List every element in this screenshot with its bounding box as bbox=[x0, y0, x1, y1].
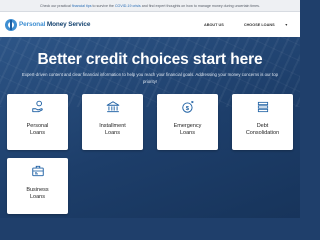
card-debt-consolidation[interactable]: Debt Consolidation bbox=[232, 94, 293, 150]
card-business-loans[interactable]: Business Loans bbox=[7, 158, 68, 214]
nav-about-us[interactable]: ABOUT US bbox=[204, 23, 224, 27]
card-installment-loans[interactable]: Installment Loans bbox=[82, 94, 143, 150]
nav-choose-loans[interactable]: CHOOSE LOANS ▼ bbox=[234, 23, 288, 27]
financial-tips-link[interactable]: financial tips bbox=[72, 4, 92, 8]
card-label-line2: Loans bbox=[105, 130, 120, 136]
card-label: Emergency Loans bbox=[159, 123, 216, 137]
announcement-text-start: Check our practical bbox=[40, 4, 72, 8]
nav-choose-loans-label: CHOOSE LOANS bbox=[243, 22, 275, 27]
announcement-text-end: and find expert thoughts on how to manag… bbox=[140, 4, 260, 8]
site-logo[interactable]: Personal Money Service bbox=[5, 18, 90, 31]
hero-subtitle: Expert-driven content and clear financia… bbox=[21, 72, 279, 84]
chevron-down-icon: ▼ bbox=[284, 22, 288, 27]
card-emergency-loans[interactable]: $ Emergency Loans bbox=[157, 94, 218, 150]
card-label: Installment Loans bbox=[84, 123, 141, 137]
logo-text-light: Personal bbox=[19, 21, 46, 28]
bank-building-icon bbox=[106, 101, 119, 113]
card-label-line1: Personal bbox=[26, 123, 49, 129]
nav-links: ABOUT US CHOOSE LOANS ▼ bbox=[194, 12, 288, 37]
card-label-line1: Business bbox=[26, 187, 49, 193]
hero-title: Better credit choices start here bbox=[37, 51, 263, 68]
card-label: Personal Loans bbox=[9, 123, 66, 137]
card-label-line2: Loans bbox=[30, 130, 45, 136]
card-label-line2: Loans bbox=[30, 194, 45, 200]
card-label: Business Loans bbox=[9, 187, 66, 201]
hand-coin-icon bbox=[31, 100, 43, 113]
main-navbar: Personal Money Service ABOUT US CHOOSE L… bbox=[0, 12, 300, 37]
card-label-line1: Debt bbox=[256, 123, 269, 129]
logo-mark-icon bbox=[5, 18, 17, 31]
briefcase-icon bbox=[31, 165, 44, 177]
svg-text:$: $ bbox=[185, 106, 189, 112]
card-label: Debt Consolidation bbox=[234, 123, 291, 137]
hero-section: Better credit choices start here Expert-… bbox=[0, 37, 300, 218]
card-label-line2: Consolidation bbox=[245, 130, 280, 136]
announcement-bar: Check our practical financial tips to su… bbox=[0, 0, 300, 12]
card-personal-loans[interactable]: Personal Loans bbox=[7, 94, 68, 150]
card-label-line2: Loans bbox=[180, 130, 195, 136]
card-label-line1: Installment bbox=[99, 123, 126, 129]
card-label-line1: Emergency bbox=[173, 123, 202, 129]
dollar-clock-icon: $ bbox=[181, 100, 194, 113]
logo-text: Personal Money Service bbox=[19, 21, 90, 28]
debt-stack-icon bbox=[257, 101, 268, 113]
announcement-text-middle: to survive the bbox=[91, 4, 115, 8]
logo-text-bold: Money Service bbox=[45, 21, 91, 28]
covid-crisis-link[interactable]: COVID-19 crisis bbox=[115, 4, 141, 8]
